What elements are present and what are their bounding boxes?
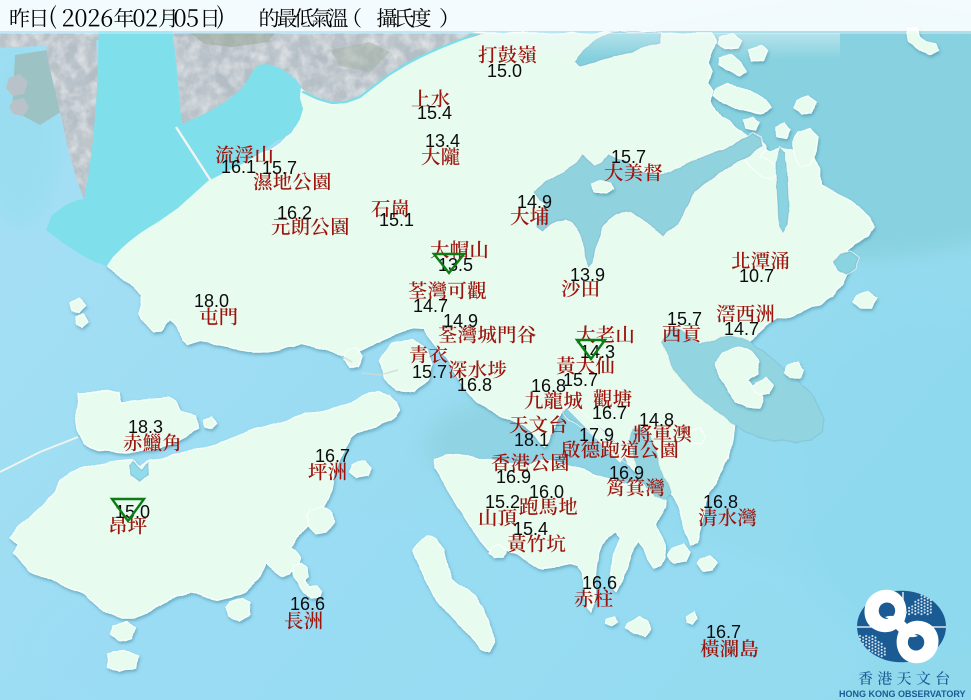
- svg-text:15.1: 15.1: [379, 210, 414, 230]
- svg-text:18.1: 18.1: [514, 430, 549, 450]
- svg-text:16.9: 16.9: [609, 463, 644, 483]
- svg-text:16.6: 16.6: [582, 573, 617, 593]
- svg-text:13.4: 13.4: [425, 131, 460, 151]
- svg-text:16.7: 16.7: [592, 403, 627, 423]
- svg-text:15.4: 15.4: [513, 519, 548, 539]
- svg-text:HONG KONG OBSERVATORY: HONG KONG OBSERVATORY: [839, 689, 966, 699]
- svg-text:15.4: 15.4: [417, 103, 452, 123]
- svg-text:15.7: 15.7: [667, 309, 702, 329]
- svg-text:10.7: 10.7: [739, 266, 774, 286]
- svg-text:16.9: 16.9: [496, 467, 531, 487]
- svg-text:18.3: 18.3: [128, 417, 163, 437]
- svg-text:16.0: 16.0: [529, 482, 564, 502]
- svg-text:16.7: 16.7: [315, 446, 350, 466]
- svg-text:15.7: 15.7: [262, 158, 297, 178]
- svg-text:16.1: 16.1: [221, 157, 256, 177]
- svg-text:15.2: 15.2: [485, 492, 520, 512]
- svg-text:16.6: 16.6: [290, 594, 325, 614]
- svg-text:14.8: 14.8: [639, 410, 674, 430]
- svg-text:15.0: 15.0: [487, 61, 522, 81]
- svg-text:16.8: 16.8: [703, 492, 738, 512]
- svg-text:15.7: 15.7: [412, 362, 447, 382]
- svg-text:16.8: 16.8: [531, 376, 566, 396]
- svg-text:14.9: 14.9: [443, 311, 478, 331]
- svg-text:15.7: 15.7: [563, 370, 598, 390]
- svg-text:18.0: 18.0: [194, 291, 229, 311]
- svg-text:16.8: 16.8: [457, 375, 492, 395]
- svg-text:14.7: 14.7: [724, 319, 759, 339]
- svg-text:16.2: 16.2: [277, 203, 312, 223]
- svg-text:17.9: 17.9: [579, 425, 614, 445]
- svg-text:16.7: 16.7: [706, 622, 741, 642]
- svg-text:15.7: 15.7: [611, 147, 646, 167]
- svg-text:13.9: 13.9: [570, 265, 605, 285]
- svg-text:14.9: 14.9: [517, 192, 552, 212]
